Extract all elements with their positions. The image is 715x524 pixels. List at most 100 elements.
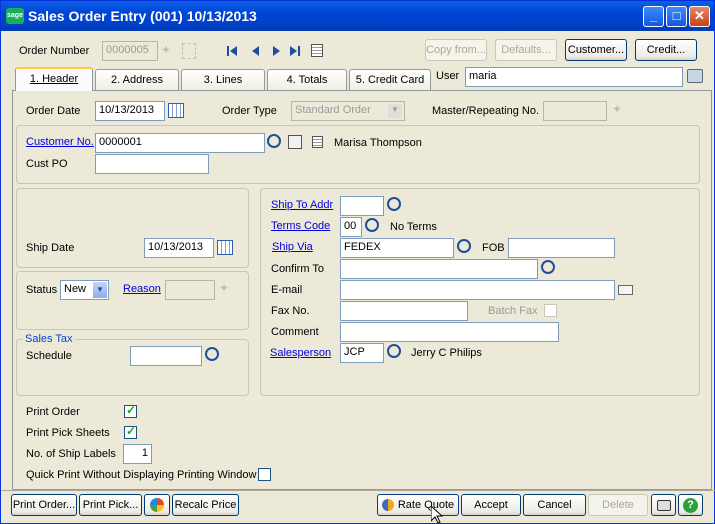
tab-header[interactable]: 1. Header	[15, 67, 93, 91]
print-button[interactable]	[651, 494, 676, 516]
cancel-button[interactable]: Cancel	[523, 494, 586, 516]
reason-link[interactable]: Reason	[123, 283, 161, 295]
salesperson-field[interactable]: JCP	[340, 343, 384, 363]
print-order-checkbox[interactable]: ✓	[124, 403, 137, 418]
tab-address[interactable]: 2. Address	[95, 69, 179, 90]
quick-print-label: Quick Print Without Displaying Printing …	[26, 469, 257, 481]
recalc-price-button[interactable]: Recalc Price	[172, 494, 239, 516]
envelope-icon[interactable]	[618, 285, 633, 295]
ship-to-addr-field[interactable]	[340, 196, 384, 216]
order-type-label: Order Type	[222, 105, 277, 117]
fob-field[interactable]	[508, 238, 615, 258]
quick-print-checkbox[interactable]	[258, 468, 271, 481]
search-icon[interactable]	[541, 260, 555, 274]
confirm-to-label: Confirm To	[271, 263, 324, 275]
master-repeating-label: Master/Repeating No.	[432, 105, 539, 117]
order-type-select[interactable]: Standard Order ▼	[291, 101, 405, 121]
ship-date-field[interactable]: 10/13/2013	[144, 238, 214, 258]
user-field[interactable]: maria	[465, 67, 683, 87]
first-record-icon[interactable]	[227, 46, 237, 56]
tab-label: 1. Header	[29, 73, 79, 85]
next-record-icon[interactable]	[273, 46, 280, 56]
list-icon[interactable]	[311, 44, 323, 57]
customer-name: Marisa Thompson	[334, 137, 422, 149]
cust-po-label: Cust PO	[26, 158, 68, 170]
browser-button[interactable]	[144, 494, 170, 516]
print-pick-sheets-checkbox[interactable]: ✓	[124, 424, 137, 439]
credit-button[interactable]: Credit...	[635, 39, 697, 61]
search-icon[interactable]	[205, 347, 219, 361]
search-icon[interactable]	[267, 134, 281, 148]
print-pick-button[interactable]: Print Pick...	[79, 494, 142, 516]
customer-no-link[interactable]: Customer No.	[26, 136, 94, 148]
status-value: New	[64, 283, 87, 295]
reason-field[interactable]	[165, 280, 215, 300]
rate-quote-icon	[381, 499, 394, 512]
list-icon[interactable]	[312, 136, 323, 148]
search-icon[interactable]	[387, 197, 401, 211]
checkmark-icon: ✓	[126, 403, 137, 417]
search-icon[interactable]	[457, 239, 471, 253]
accept-button[interactable]: Accept	[461, 494, 521, 516]
printer-icon[interactable]	[687, 69, 703, 83]
status-select[interactable]: New ▼	[60, 280, 109, 300]
comment-label: Comment	[271, 326, 319, 338]
tab-lines[interactable]: 3. Lines	[181, 69, 265, 90]
help-button[interactable]: ?	[678, 494, 703, 516]
minimize-icon[interactable]: _	[643, 6, 664, 27]
customer-button[interactable]: Customer...	[565, 39, 627, 61]
sales-order-window: sage Sales Order Entry (001) 10/13/2013 …	[0, 0, 715, 524]
cust-po-field[interactable]	[95, 154, 209, 174]
sales-tax-group-title: Sales Tax	[23, 333, 75, 345]
ship-labels-field[interactable]: 1	[123, 444, 152, 464]
salesperson-link[interactable]: Salesperson	[270, 347, 331, 359]
tab-totals[interactable]: 4. Totals	[267, 69, 347, 90]
tab-credit-card[interactable]: 5. Credit Card	[349, 69, 431, 90]
email-field[interactable]	[340, 280, 615, 300]
print-order-button[interactable]: Print Order...	[11, 494, 77, 516]
confirm-to-field[interactable]	[340, 259, 538, 279]
sparkle-icon[interactable]: ✦	[161, 43, 175, 57]
customer-no-field[interactable]: 0000001	[95, 133, 265, 153]
batch-fax-label: Batch Fax	[488, 305, 538, 317]
sage-logo-icon: sage	[6, 8, 24, 24]
tab-label: 3. Lines	[203, 74, 243, 86]
comment-field[interactable]	[340, 322, 559, 342]
calendar-icon[interactable]	[217, 240, 233, 255]
fax-no-label: Fax No.	[271, 305, 310, 317]
fax-no-field[interactable]	[340, 301, 468, 321]
title-bar[interactable]: sage Sales Order Entry (001) 10/13/2013 …	[1, 1, 714, 31]
sparkle-icon[interactable]: ✦	[612, 102, 622, 116]
order-date-field[interactable]: 10/13/2013	[95, 101, 165, 121]
delete-button[interactable]: Delete	[588, 494, 648, 516]
ship-via-link[interactable]: Ship Via	[272, 241, 313, 253]
ship-via-field[interactable]: FEDEX	[340, 238, 454, 258]
last-record-icon[interactable]	[290, 46, 300, 56]
order-number-field[interactable]: 0000005	[102, 41, 158, 61]
document-export-icon[interactable]	[288, 135, 302, 149]
terms-code-field[interactable]: 00	[340, 217, 362, 237]
ship-date-label: Ship Date	[26, 242, 75, 254]
user-label: User	[436, 70, 460, 82]
schedule-field[interactable]	[130, 346, 202, 366]
sparkle-icon[interactable]: ✦	[219, 281, 229, 295]
close-icon[interactable]: ✕	[689, 6, 710, 27]
rate-quote-button[interactable]: Rate Quote	[377, 494, 459, 516]
previous-record-icon[interactable]	[252, 46, 259, 56]
terms-code-link[interactable]: Terms Code	[271, 220, 330, 232]
batch-fax-checkbox[interactable]	[544, 304, 557, 317]
tab-label: 4. Totals	[286, 74, 328, 86]
master-repeating-field[interactable]	[543, 101, 607, 121]
email-label: E-mail	[271, 284, 303, 296]
calendar-icon[interactable]	[168, 103, 184, 118]
mouse-cursor-icon	[431, 506, 443, 524]
new-document-icon[interactable]	[182, 43, 196, 59]
ship-to-addr-link[interactable]: Ship To Addr	[271, 199, 333, 211]
maximize-icon[interactable]: □	[666, 6, 687, 27]
search-icon[interactable]	[365, 218, 379, 232]
search-icon[interactable]	[387, 344, 401, 358]
help-icon: ?	[683, 498, 698, 513]
defaults-button[interactable]: Defaults...	[495, 39, 557, 61]
rate-quote-label: Rate Quote	[397, 499, 455, 511]
copy-from-button[interactable]: Copy from...	[425, 39, 487, 61]
